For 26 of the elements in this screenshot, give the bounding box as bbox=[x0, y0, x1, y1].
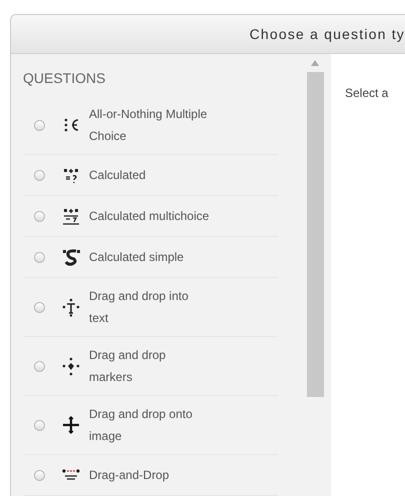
question-type-label[interactable]: Drag-and-Drop bbox=[89, 464, 211, 486]
list-heading: QUESTIONS bbox=[23, 70, 106, 86]
question-type-label[interactable]: Calculated simple bbox=[89, 246, 211, 268]
question-type-label[interactable]: Drag and drop markers bbox=[89, 344, 211, 388]
radio-button[interactable] bbox=[34, 252, 45, 262]
details-text: Select a bbox=[345, 86, 388, 100]
question-type-label[interactable]: Drag and drop onto image bbox=[89, 403, 211, 447]
question-type-label[interactable]: Calculated bbox=[89, 164, 211, 186]
radio-button[interactable] bbox=[34, 360, 45, 372]
question-type-icon bbox=[61, 297, 81, 317]
scroll-up-icon[interactable] bbox=[311, 60, 319, 66]
scrollbar-thumb[interactable] bbox=[306, 72, 324, 397]
question-type-icon bbox=[61, 206, 81, 226]
question-type-icon bbox=[61, 247, 81, 267]
question-type-label[interactable]: Drag and drop into text bbox=[89, 285, 211, 329]
question-type-label[interactable]: All-or-Nothing Multiple Choice bbox=[89, 103, 211, 147]
question-type-label[interactable]: Calculated multichoice bbox=[89, 205, 211, 227]
radio-button[interactable] bbox=[34, 210, 45, 222]
radio-button[interactable] bbox=[34, 420, 45, 430]
radio-button[interactable] bbox=[34, 170, 45, 180]
radio-button[interactable] bbox=[34, 302, 45, 312]
radio-button[interactable] bbox=[34, 470, 45, 480]
question-type-icon bbox=[61, 356, 81, 376]
dialog-title: Choose a question ty bbox=[249, 26, 405, 42]
question-type-icon bbox=[61, 415, 81, 435]
radio-button[interactable] bbox=[34, 120, 45, 130]
